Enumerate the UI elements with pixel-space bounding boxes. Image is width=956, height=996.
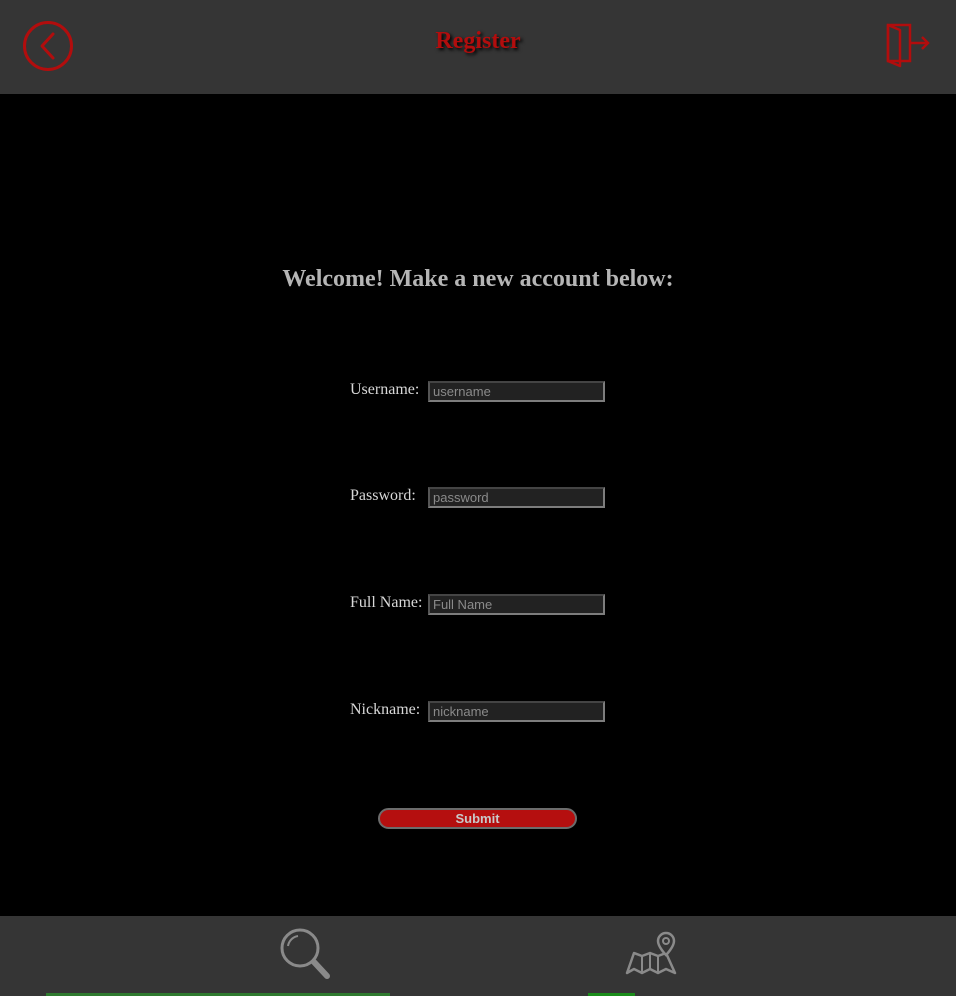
password-label: Password: xyxy=(350,487,416,504)
password-input[interactable] xyxy=(428,487,605,508)
submit-button[interactable]: Submit xyxy=(378,808,577,829)
nickname-input[interactable] xyxy=(428,701,605,722)
map-pin-icon xyxy=(625,931,677,975)
page-title: Register xyxy=(435,28,521,54)
nickname-label: Nickname: xyxy=(350,701,421,718)
bottom-nav-bar xyxy=(0,916,956,996)
nav-search-button[interactable] xyxy=(278,926,332,982)
full-name-input[interactable] xyxy=(428,594,605,615)
form-heading: Welcome! Make a new account below: xyxy=(282,266,674,292)
search-icon xyxy=(280,928,330,979)
full-name-label: Full Name: xyxy=(350,594,423,611)
logout-door-icon xyxy=(886,23,930,68)
logout-button[interactable] xyxy=(884,22,932,68)
nav-map-button[interactable] xyxy=(624,931,678,977)
top-bar: Register xyxy=(0,0,956,94)
username-input[interactable] xyxy=(428,381,605,402)
username-label: Username: xyxy=(350,381,420,398)
